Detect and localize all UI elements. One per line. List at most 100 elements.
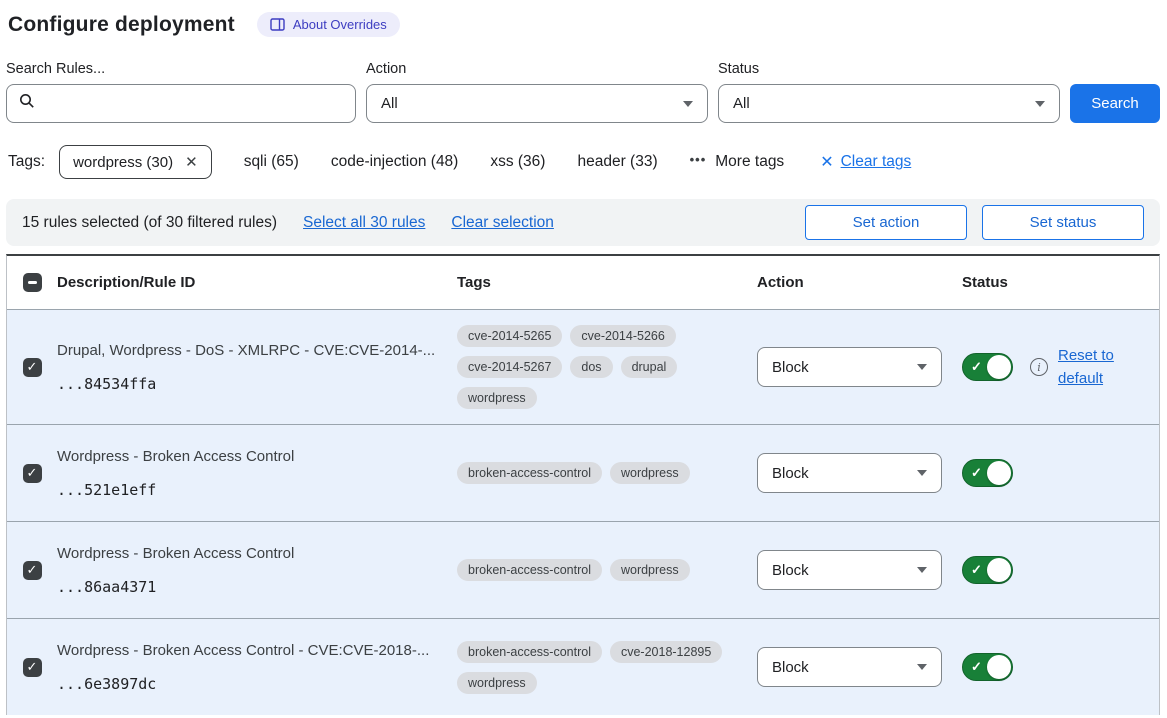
toggle-knob bbox=[987, 655, 1011, 679]
toggle-knob bbox=[987, 461, 1011, 485]
status-filter-label: Status bbox=[718, 61, 1060, 77]
rule-title: Wordpress - Broken Access Control - CVE:… bbox=[57, 641, 445, 661]
status-filter-value: All bbox=[733, 95, 1035, 112]
table-row: ✓ Wordpress - Broken Access Control - CV… bbox=[7, 618, 1159, 715]
toggle-knob bbox=[987, 355, 1011, 379]
tag-pill: broken-access-control bbox=[457, 462, 602, 484]
search-rules-input-box[interactable] bbox=[6, 84, 356, 123]
search-rules-input[interactable] bbox=[43, 95, 343, 112]
column-header-action: Action bbox=[757, 274, 962, 291]
action-select[interactable]: Block bbox=[757, 550, 942, 590]
select-all-rules-link[interactable]: Select all 30 rules bbox=[303, 214, 425, 232]
column-header-description: Description/Rule ID bbox=[57, 274, 457, 291]
ellipsis-icon: ••• bbox=[690, 152, 707, 167]
remove-tag-icon[interactable]: ✕ bbox=[185, 153, 198, 171]
status-toggle[interactable]: ✓ bbox=[962, 653, 1013, 681]
action-select-value: Block bbox=[772, 659, 917, 676]
about-overrides-label: About Overrides bbox=[293, 17, 387, 32]
reset-to-default-link[interactable]: Reset to default bbox=[1058, 344, 1122, 391]
more-tags-button[interactable]: ••• More tags bbox=[690, 153, 785, 171]
column-header-tags: Tags bbox=[457, 274, 757, 291]
tag-pill: wordpress bbox=[457, 387, 537, 409]
filter-bar: Search Rules... Action All Status All bbox=[6, 61, 1160, 123]
chevron-down-icon bbox=[917, 567, 927, 573]
page-title: Configure deployment bbox=[8, 13, 235, 37]
tag-pill: wordpress bbox=[457, 672, 537, 694]
action-select[interactable]: Block bbox=[757, 453, 942, 493]
tag-pill: broken-access-control bbox=[457, 559, 602, 581]
tag-item-code-injection[interactable]: code-injection (48) bbox=[331, 153, 459, 171]
more-tags-label: More tags bbox=[715, 153, 784, 171]
status-toggle[interactable]: ✓ bbox=[962, 459, 1013, 487]
rule-tags: broken-access-controlwordpress bbox=[457, 462, 757, 484]
rule-tags: broken-access-control cve-2018-12895 wordp… bbox=[457, 641, 757, 694]
set-action-button[interactable]: Set action bbox=[805, 205, 967, 240]
table-body: ✓ Drupal, Wordpress - DoS - XMLRPC - CVE… bbox=[7, 309, 1159, 715]
search-button[interactable]: Search bbox=[1070, 84, 1160, 123]
chevron-down-icon bbox=[1035, 101, 1045, 107]
tag-pill: cve-2018-12895 bbox=[610, 641, 722, 663]
chevron-down-icon bbox=[917, 364, 927, 370]
about-overrides-badge[interactable]: About Overrides bbox=[257, 12, 400, 37]
action-select[interactable]: Block bbox=[757, 347, 942, 387]
rule-id: ...86aa4371 bbox=[57, 578, 445, 596]
row-checkbox[interactable]: ✓ bbox=[23, 658, 42, 677]
selected-tag-chip-wordpress[interactable]: wordpress (30) ✕ bbox=[59, 145, 212, 179]
rule-title: Wordpress - Broken Access Control bbox=[57, 447, 445, 467]
tag-pill: cve-2014-5265 bbox=[457, 325, 562, 347]
selection-bar: 15 rules selected (of 30 filtered rules)… bbox=[6, 199, 1160, 246]
page-header: Configure deployment About Overrides bbox=[8, 12, 1160, 37]
tags-bar: Tags: wordpress (30) ✕ sqli (65) code-in… bbox=[8, 145, 1160, 179]
status-filter-select[interactable]: All bbox=[718, 84, 1060, 123]
info-icon[interactable]: i bbox=[1030, 358, 1048, 376]
check-icon: ✓ bbox=[971, 562, 982, 578]
tag-pill: wordpress bbox=[610, 559, 690, 581]
action-select-value: Block bbox=[772, 359, 917, 376]
rule-id: ...521e1eff bbox=[57, 481, 445, 499]
configure-deployment-page: Configure deployment About Overrides Sea… bbox=[0, 0, 1167, 715]
clear-icon: ✕ bbox=[820, 152, 833, 172]
select-all-checkbox[interactable] bbox=[23, 273, 42, 292]
column-header-status: Status bbox=[962, 274, 1159, 291]
table-row: ✓ Wordpress - Broken Access Control ...8… bbox=[7, 521, 1159, 618]
rule-tags: cve-2014-5265 cve-2014-5266 cve-2014-5267 d… bbox=[457, 325, 757, 409]
tag-pill: broken-access-control bbox=[457, 641, 602, 663]
action-select[interactable]: Block bbox=[757, 647, 942, 687]
rules-table: Description/Rule ID Tags Action Status ✓… bbox=[6, 254, 1160, 715]
indeterminate-icon bbox=[28, 281, 37, 284]
row-checkbox[interactable]: ✓ bbox=[23, 561, 42, 580]
tag-item-sqli[interactable]: sqli (65) bbox=[244, 153, 299, 171]
tag-pill: cve-2014-5266 bbox=[570, 325, 675, 347]
clear-tags-label: Clear tags bbox=[841, 153, 912, 171]
table-row: ✓ Wordpress - Broken Access Control ...5… bbox=[7, 424, 1159, 521]
set-status-button[interactable]: Set status bbox=[982, 205, 1144, 240]
check-icon: ✓ bbox=[971, 359, 982, 375]
tag-pill: drupal bbox=[621, 356, 678, 378]
book-icon bbox=[270, 18, 285, 31]
rule-id: ...6e3897dc bbox=[57, 675, 445, 693]
search-icon bbox=[19, 93, 35, 114]
table-row: ✓ Drupal, Wordpress - DoS - XMLRPC - CVE… bbox=[7, 309, 1159, 424]
rule-tags: broken-access-control wordpress bbox=[457, 559, 757, 581]
tag-pill: dos bbox=[570, 356, 612, 378]
row-checkbox[interactable]: ✓ bbox=[23, 358, 42, 377]
clear-selection-link[interactable]: Clear selection bbox=[451, 214, 554, 232]
search-rules-label: Search Rules... bbox=[6, 61, 356, 77]
rule-id: ...84534ffa bbox=[57, 375, 445, 393]
check-icon: ✓ bbox=[971, 659, 982, 675]
row-checkbox[interactable]: ✓ bbox=[23, 464, 42, 483]
action-filter-value: All bbox=[381, 95, 683, 112]
status-toggle[interactable]: ✓ bbox=[962, 556, 1013, 584]
status-toggle[interactable]: ✓ bbox=[962, 353, 1013, 381]
tag-item-xss[interactable]: xss (36) bbox=[490, 153, 545, 171]
tag-pill: cve-2014-5267 bbox=[457, 356, 562, 378]
check-icon: ✓ bbox=[971, 465, 982, 481]
tag-item-header[interactable]: header (33) bbox=[577, 153, 657, 171]
action-select-value: Block bbox=[772, 465, 917, 482]
clear-tags-link[interactable]: ✕ Clear tags bbox=[820, 152, 911, 172]
action-filter-select[interactable]: All bbox=[366, 84, 708, 123]
chevron-down-icon bbox=[683, 101, 693, 107]
action-select-value: Block bbox=[772, 562, 917, 579]
rule-title: Wordpress - Broken Access Control bbox=[57, 544, 445, 564]
tags-label: Tags: bbox=[8, 153, 45, 171]
